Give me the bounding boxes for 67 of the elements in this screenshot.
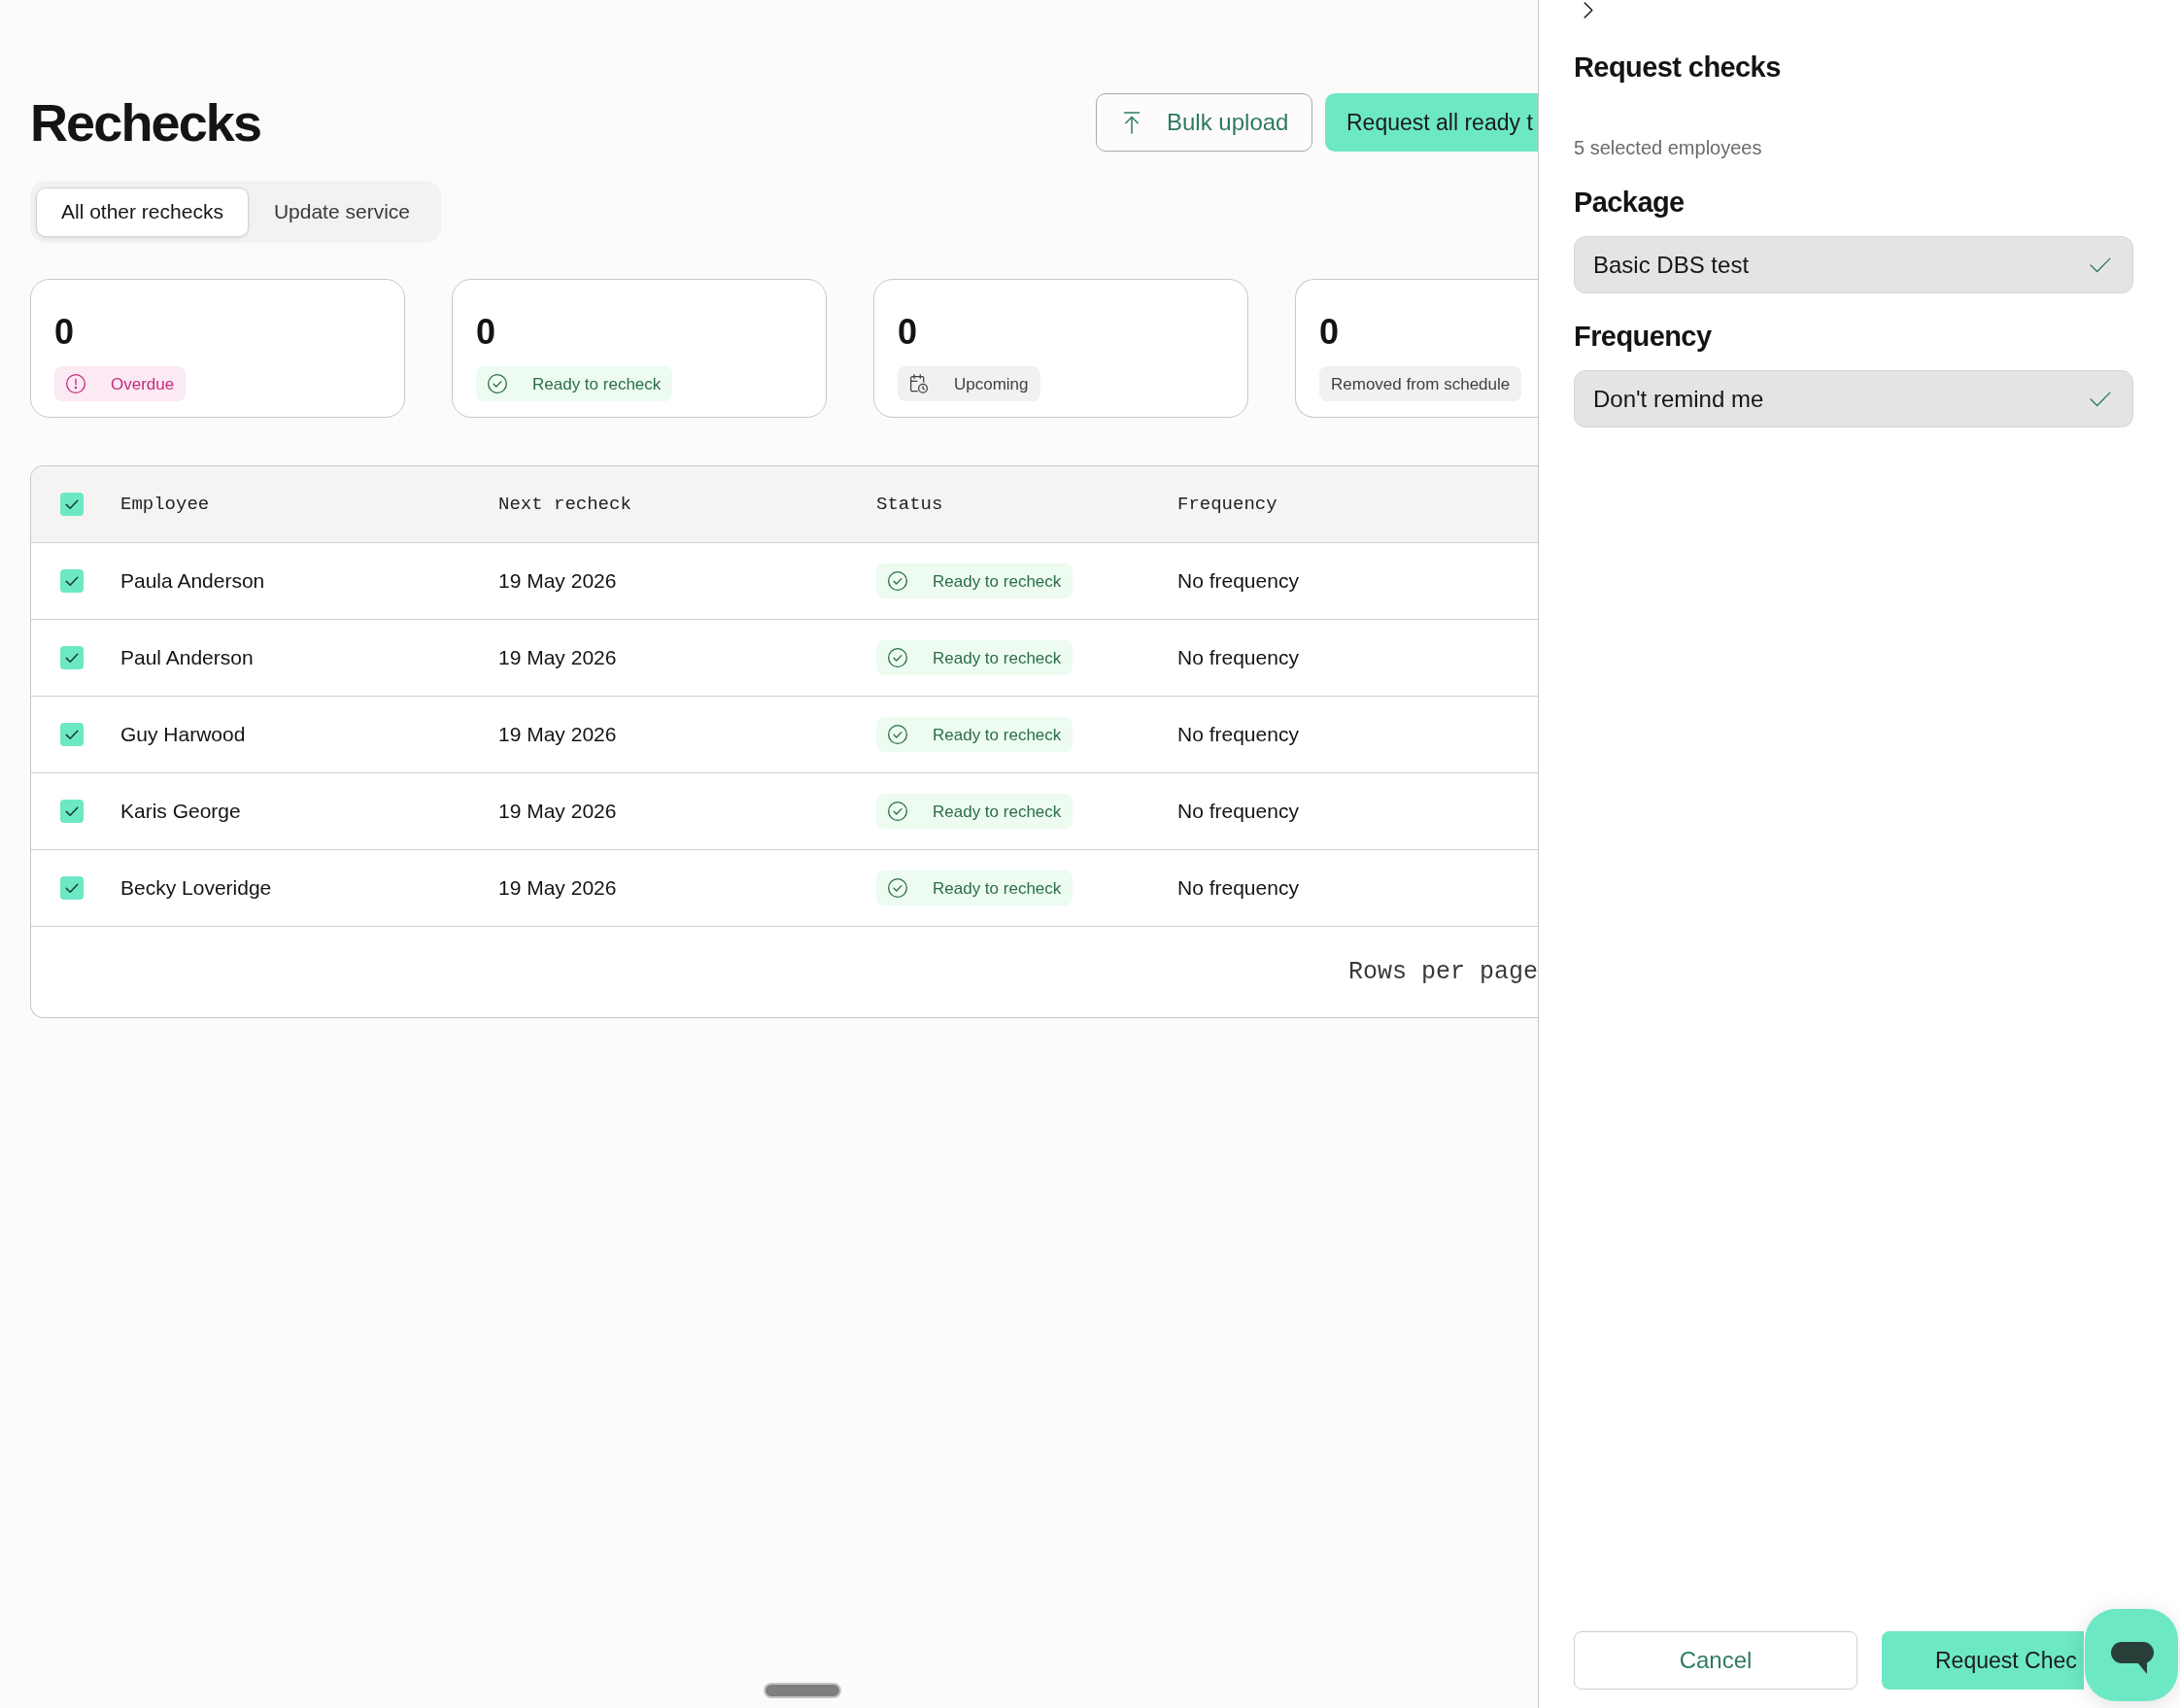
tab[interactable]: All other rechecks — [36, 187, 249, 237]
checkbox[interactable] — [60, 876, 84, 900]
panel-title: Request checks — [1574, 53, 1781, 82]
rows-per-page-label: Rows per page — [1347, 956, 1538, 988]
column-header: Frequency — [1177, 492, 1277, 517]
submit-button[interactable]: Request Chec — [1882, 1631, 2084, 1690]
status-label: Overdue — [111, 375, 175, 393]
alert-icon — [66, 374, 85, 393]
employee-name: Guy Harwood — [120, 722, 246, 748]
recheck-date: 19 May 2026 — [498, 875, 617, 902]
check-circle-icon — [888, 802, 907, 821]
checkbox[interactable] — [60, 493, 84, 516]
check-circle-icon — [488, 374, 507, 393]
calendar-clock-icon — [909, 374, 929, 393]
status-label: Ready to recheck — [933, 572, 1062, 590]
scrollbar-thumb[interactable] — [764, 1683, 841, 1698]
check-circle-icon — [888, 571, 907, 591]
chat-button[interactable] — [2085, 1609, 2178, 1701]
status-label: Ready to recheck — [933, 726, 1062, 743]
frequency-text: No frequency — [1177, 645, 1299, 671]
check-circle-icon — [888, 648, 907, 667]
status-label: Ready to recheck — [933, 803, 1062, 820]
chevron-right-icon[interactable] — [1584, 2, 1593, 18]
check-circle-icon — [888, 725, 907, 744]
select-field[interactable]: Don't remind me — [1574, 370, 2133, 427]
check-circle-icon — [888, 878, 907, 898]
frequency-text: No frequency — [1177, 875, 1299, 902]
employee-name: Karis George — [120, 799, 241, 825]
column-header: Employee — [120, 492, 210, 517]
column-header: Status — [876, 492, 943, 517]
count-value: 0 — [54, 315, 75, 350]
column-header: Next recheck — [498, 492, 631, 517]
cancel-button[interactable]: Cancel — [1574, 1631, 1857, 1690]
employee-name: Paula Anderson — [120, 568, 265, 595]
status-label: Upcoming — [954, 375, 1029, 393]
count-value: 0 — [476, 315, 496, 350]
upload-icon — [1122, 111, 1141, 134]
status-label: Removed from schedule — [1331, 375, 1511, 393]
selection-count: 5 selected employees — [1574, 138, 1762, 157]
checkbox[interactable] — [60, 569, 84, 593]
tab[interactable]: Update service — [248, 187, 435, 237]
frequency-text: No frequency — [1177, 799, 1299, 825]
field-label: Frequency — [1574, 323, 1712, 351]
status-label: Ready to recheck — [532, 375, 662, 393]
select-field[interactable]: Basic DBS test — [1574, 236, 2133, 293]
upload-button[interactable]: Bulk upload — [1096, 93, 1312, 152]
page-title: Rechecks — [30, 96, 261, 149]
checkbox[interactable] — [60, 723, 84, 746]
field-label: Package — [1574, 188, 1685, 217]
employee-name: Becky Loveridge — [120, 875, 272, 902]
chat-bubble-icon — [2111, 1641, 2154, 1675]
count-value: 0 — [898, 315, 918, 350]
recheck-date: 19 May 2026 — [498, 568, 617, 595]
frequency-text: No frequency — [1177, 568, 1299, 595]
frequency-text: No frequency — [1177, 722, 1299, 748]
checkbox[interactable] — [60, 800, 84, 823]
recheck-date: 19 May 2026 — [498, 645, 617, 671]
status-label: Ready to recheck — [933, 649, 1062, 666]
count-value: 0 — [1319, 315, 1340, 350]
request-button[interactable]: Request all ready t — [1325, 93, 1538, 152]
status-label: Ready to recheck — [933, 879, 1062, 897]
recheck-date: 19 May 2026 — [498, 722, 617, 748]
employee-name: Paul Anderson — [120, 645, 254, 671]
checkbox[interactable] — [60, 646, 84, 669]
check-icon — [2090, 391, 2111, 407]
check-icon — [2090, 256, 2111, 273]
recheck-date: 19 May 2026 — [498, 799, 617, 825]
